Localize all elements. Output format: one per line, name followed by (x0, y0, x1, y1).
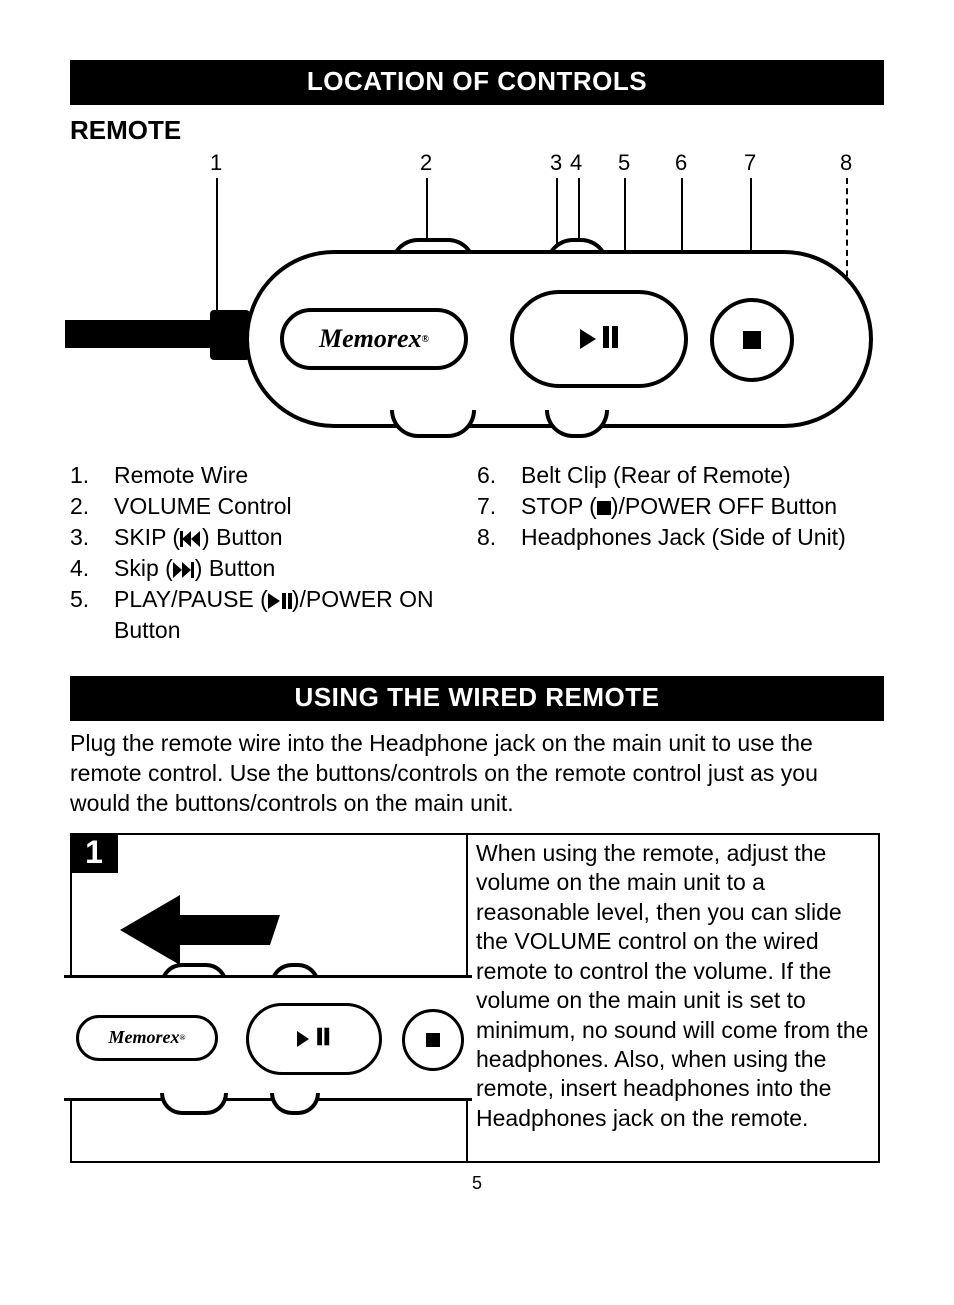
skip-fwd-icon (173, 562, 195, 578)
volume-bump-bottom (390, 410, 476, 438)
legend-text: Remote Wire (114, 460, 477, 491)
callout-7: 7 (744, 150, 756, 176)
remote-small-diagram: Memorex® (70, 925, 468, 1131)
legend-text: PLAY/PAUSE ()/POWER ON Button (114, 584, 477, 646)
page-number: 5 (70, 1173, 884, 1194)
callout-6: 6 (675, 150, 687, 176)
legend-num: 2. (70, 491, 114, 522)
pause-icon (600, 326, 618, 353)
play-icon (268, 593, 280, 609)
callout-1: 1 (210, 150, 222, 176)
section-header-wired: USING THE WIRED REMOTE (70, 676, 884, 721)
pause-icon (280, 586, 292, 612)
leader-6 (681, 178, 683, 251)
legend-right: 6.Belt Clip (Rear of Remote) 7.STOP ()/P… (477, 460, 884, 646)
legend-text: STOP ()/POWER OFF Button (521, 491, 884, 522)
legend-text: VOLUME Control (114, 491, 477, 522)
controls-legend: 1.Remote Wire 2.VOLUME Control 3.SKIP ()… (70, 460, 884, 646)
play-icon (580, 329, 596, 349)
play-pause-button (510, 290, 688, 388)
legend-num: 3. (70, 522, 114, 553)
callout-8: 8 (840, 150, 852, 176)
legend-left: 1.Remote Wire 2.VOLUME Control 3.SKIP ()… (70, 460, 477, 646)
leader-1 (216, 178, 218, 328)
legend-num: 6. (477, 460, 521, 491)
stop-button (710, 298, 794, 382)
callout-3: 3 (550, 150, 562, 176)
legend-num: 5. (70, 584, 114, 646)
remote-wire (65, 320, 215, 348)
callout-5: 5 (618, 150, 630, 176)
legend-num: 1. (70, 460, 114, 491)
skip-back-icon (180, 531, 202, 547)
brand-logo: Memorex® (280, 308, 468, 370)
callout-2: 2 (420, 150, 432, 176)
subheading-remote: REMOTE (70, 115, 884, 146)
legend-text: SKIP () Button (114, 522, 477, 553)
step-description: When using the remote, adjust the volume… (468, 833, 880, 1163)
remote-diagram: 1 2 3 4 5 6 7 8 Memorex® (70, 150, 884, 430)
legend-text: Skip () Button (114, 553, 477, 584)
remote-wire-plug (210, 310, 250, 360)
skip-bump-bottom (545, 410, 609, 438)
stop-icon (743, 331, 761, 349)
legend-text: Belt Clip (Rear of Remote) (521, 460, 884, 491)
legend-text: Headphones Jack (Side of Unit) (521, 522, 884, 553)
legend-num: 8. (477, 522, 521, 553)
brand-text: Memorex (319, 324, 422, 354)
legend-num: 7. (477, 491, 521, 522)
stop-icon (597, 501, 611, 515)
callout-4: 4 (570, 150, 582, 176)
section-header-location: LOCATION OF CONTROLS (70, 60, 884, 105)
step-illustration-box: 1 Memorex® (70, 833, 468, 1163)
wired-intro-text: Plug the remote wire into the Headphone … (70, 729, 884, 819)
step-row: 1 Memorex® (70, 833, 884, 1163)
legend-num: 4. (70, 553, 114, 584)
